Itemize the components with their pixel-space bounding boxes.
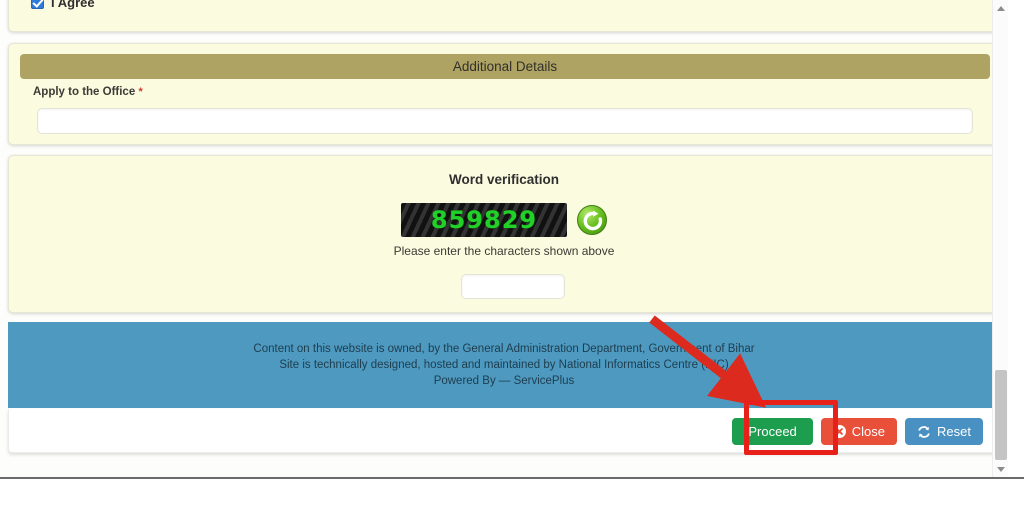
refresh-icon <box>917 425 931 439</box>
agree-checkbox[interactable] <box>31 0 44 9</box>
site-footer: Content on this website is owned, by the… <box>8 322 1000 408</box>
additional-details-title: Additional Details <box>452 59 558 74</box>
footer-line-1: Content on this website is owned, by the… <box>253 343 755 355</box>
refresh-icon <box>583 210 603 231</box>
captcha-refresh-icon[interactable] <box>577 205 607 235</box>
apply-to-office-label: Apply to the Office * <box>33 86 143 98</box>
captcha-text: 859829 <box>430 206 538 234</box>
required-marker: * <box>138 86 143 98</box>
agree-row[interactable]: I Agree <box>31 0 95 10</box>
scrollbar-thumb[interactable] <box>995 370 1007 460</box>
scrollbar-down-button[interactable] <box>993 461 1008 477</box>
close-button-label: Close <box>851 424 886 439</box>
reset-button[interactable]: Reset <box>905 418 983 445</box>
page-scrollbar[interactable] <box>992 0 1008 477</box>
captcha-row: 859829 <box>9 203 999 237</box>
additional-details-panel: Additional Details Apply to the Office * <box>8 43 1000 145</box>
word-verification-title: Word verification <box>448 172 560 187</box>
apply-to-office-input[interactable] <box>37 108 973 134</box>
captcha-input[interactable] <box>461 274 565 299</box>
proceed-button[interactable]: Proceed <box>732 418 813 445</box>
reset-button-label: Reset <box>937 424 971 439</box>
scrollbar-up-button[interactable] <box>993 0 1008 16</box>
proceed-button-label: Proceed <box>748 424 797 439</box>
captcha-hint: Please enter the characters shown above <box>393 244 615 258</box>
window-bottom-area <box>0 479 1024 512</box>
additional-details-header: Additional Details <box>20 54 990 79</box>
agree-label: I Agree <box>51 0 95 10</box>
caret-down-icon <box>997 466 1005 472</box>
action-buttons: Proceed Close Reset <box>732 418 983 445</box>
close-button[interactable]: Close <box>820 418 898 445</box>
word-verification-panel: Word verification 859829 Please enter th… <box>8 155 1000 313</box>
close-circle-icon <box>832 425 846 438</box>
action-bar: Proceed Close Reset <box>8 409 1000 453</box>
caret-up-icon <box>997 5 1005 11</box>
agreement-panel: I Agree <box>8 0 1000 32</box>
footer-line-2: Site is technically designed, hosted and… <box>279 359 729 371</box>
form-page: I Agree Additional Details Apply to the … <box>0 0 1008 477</box>
captcha-image: 859829 <box>401 203 567 237</box>
browser-viewport: I Agree Additional Details Apply to the … <box>0 0 1024 512</box>
footer-line-3: Powered By — ServicePlus <box>433 375 575 387</box>
